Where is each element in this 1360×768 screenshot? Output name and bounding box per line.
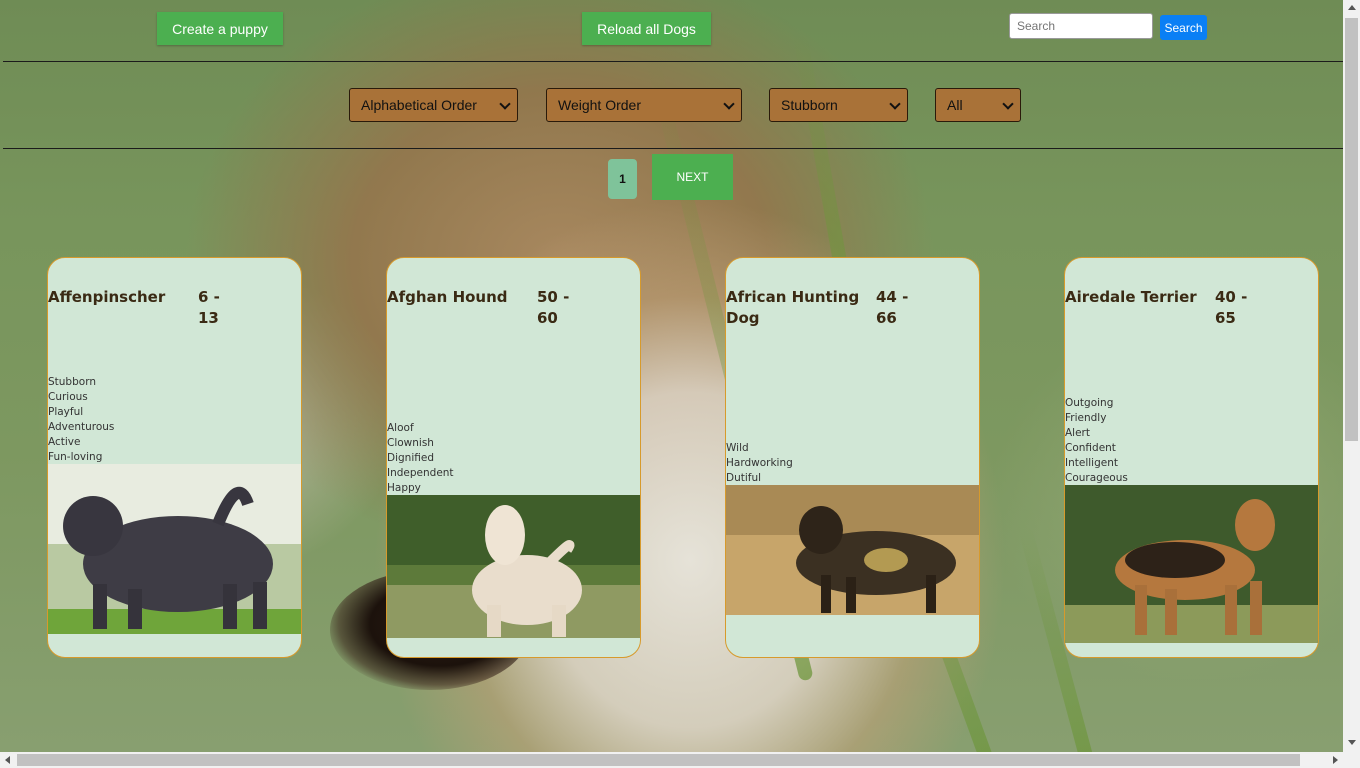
dog-photo xyxy=(387,495,640,638)
temperament-item: Alert xyxy=(1065,427,1090,439)
temperament-item: Intelligent xyxy=(1065,457,1118,469)
temperament-item: Courageous xyxy=(1065,472,1128,484)
temperament-item: Dignified xyxy=(387,452,434,464)
temperament-select[interactable]: Stubborn xyxy=(769,88,908,122)
dog-weight: 6 - 13 xyxy=(198,288,220,327)
dog-name: Airedale Terrier xyxy=(1065,288,1197,306)
scroll-left-icon[interactable] xyxy=(5,756,10,764)
dog-photo xyxy=(1065,485,1318,643)
temperament-item: Happy xyxy=(387,482,421,494)
temperament-item: Aloof xyxy=(387,422,414,434)
card-header: Airedale Terrier 40 - 65 xyxy=(1065,258,1318,329)
chevron-down-icon xyxy=(1002,98,1014,110)
scrollbar-thumb[interactable] xyxy=(17,754,1300,766)
next-page-button[interactable]: NEXT xyxy=(652,154,733,200)
temperament-item: Playful xyxy=(48,406,84,418)
create-puppy-button[interactable]: Create a puppy xyxy=(157,12,283,45)
card-header: African Hunting Dog 44 - 66 xyxy=(726,258,979,329)
dog-weight: 40 - 65 xyxy=(1215,288,1248,327)
temperament-list: Wild Hardworking Dutiful xyxy=(726,441,793,486)
temperament-item: Active xyxy=(48,436,81,448)
horizontal-scrollbar[interactable] xyxy=(0,752,1360,768)
temperament-item: Outgoing xyxy=(1065,397,1114,409)
dog-card[interactable]: African Hunting Dog 44 - 66 Wild Hardwor… xyxy=(725,257,980,658)
card-header: Afghan Hound 50 - 60 xyxy=(387,258,640,329)
weight-order-value: Weight Order xyxy=(558,97,641,113)
divider-top xyxy=(3,61,1343,62)
dog-card[interactable]: Affenpinscher 6 - 13 Stubborn Curious Pl… xyxy=(47,257,302,658)
temperament-value: Stubborn xyxy=(781,97,838,113)
temperament-item: Fun-loving xyxy=(48,451,103,463)
search-input[interactable] xyxy=(1009,13,1153,39)
vertical-scrollbar[interactable] xyxy=(1343,0,1360,752)
alphabetical-order-select[interactable]: Alphabetical Order xyxy=(349,88,518,122)
temperament-item: Confident xyxy=(1065,442,1116,454)
weight-order-select[interactable]: Weight Order xyxy=(546,88,742,122)
temperament-item: Clownish xyxy=(387,437,434,449)
dog-name: Affenpinscher xyxy=(48,288,166,306)
origin-value: All xyxy=(947,97,963,113)
dog-photo xyxy=(48,464,301,634)
page-number-button[interactable]: 1 xyxy=(608,159,637,199)
dog-weight: 50 - 60 xyxy=(537,288,570,327)
scroll-down-icon[interactable] xyxy=(1348,740,1356,745)
temperament-list: Outgoing Friendly Alert Confident Intell… xyxy=(1065,396,1128,486)
top-bar: Create a puppy Reload all Dogs Search xyxy=(0,0,1343,62)
temperament-list: Stubborn Curious Playful Adventurous Act… xyxy=(48,375,114,465)
alphabetical-order-value: Alphabetical Order xyxy=(361,97,477,113)
dog-card[interactable]: Afghan Hound 50 - 60 Aloof Clownish Dign… xyxy=(386,257,641,658)
search-button[interactable]: Search xyxy=(1160,15,1207,40)
temperament-item: Hardworking xyxy=(726,457,793,469)
dog-name: Afghan Hound xyxy=(387,288,508,306)
chevron-down-icon xyxy=(889,98,901,110)
temperament-item: Independent xyxy=(387,467,454,479)
chevron-down-icon xyxy=(723,98,735,110)
temperament-item: Stubborn xyxy=(48,376,96,388)
temperament-list: Aloof Clownish Dignified Independent Hap… xyxy=(387,421,454,496)
dog-name: African Hunting Dog xyxy=(726,288,860,327)
temperament-item: Adventurous xyxy=(48,421,115,433)
temperament-item: Dutiful xyxy=(726,472,762,484)
scroll-up-icon[interactable] xyxy=(1348,5,1356,10)
origin-select[interactable]: All xyxy=(935,88,1021,122)
dog-photo xyxy=(726,485,979,615)
card-header: Affenpinscher 6 - 13 xyxy=(48,258,301,329)
temperament-item: Curious xyxy=(48,391,88,403)
scrollbar-thumb[interactable] xyxy=(1345,18,1358,441)
reload-dogs-button[interactable]: Reload all Dogs xyxy=(582,12,711,45)
temperament-item: Friendly xyxy=(1065,412,1107,424)
dog-card[interactable]: Airedale Terrier 40 - 65 Outgoing Friend… xyxy=(1064,257,1319,658)
scroll-right-icon[interactable] xyxy=(1333,756,1338,764)
temperament-item: Wild xyxy=(726,442,749,454)
dog-weight: 44 - 66 xyxy=(876,288,909,327)
divider-bottom xyxy=(3,148,1343,149)
chevron-down-icon xyxy=(499,98,511,110)
